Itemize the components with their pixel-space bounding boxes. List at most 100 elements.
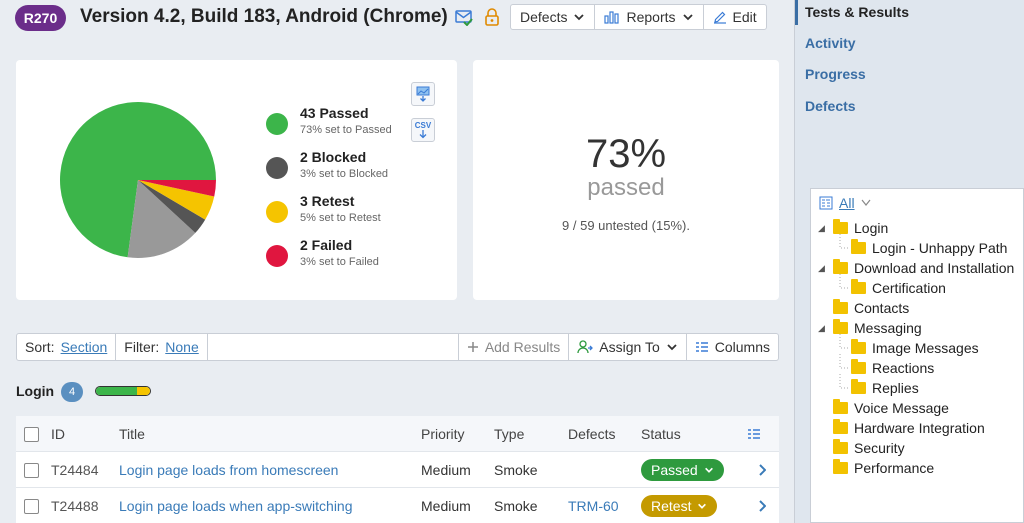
- tree-node[interactable]: Voice Message: [833, 398, 949, 418]
- header-button-group: Defects Reports Edit: [510, 4, 767, 30]
- reports-dropdown-button[interactable]: Reports: [595, 5, 704, 29]
- legend-dot: [266, 201, 288, 223]
- row-checkbox[interactable]: [24, 498, 39, 514]
- tree-node[interactable]: Login - Unhappy Path: [851, 238, 1007, 258]
- column-header-defects[interactable]: Defects: [568, 416, 615, 452]
- active-nav-indicator: [795, 0, 798, 25]
- edit-button[interactable]: Edit: [704, 5, 766, 29]
- tree-node[interactable]: Performance: [833, 458, 934, 478]
- tree-node[interactable]: Messaging: [833, 318, 922, 338]
- chevron-down-icon: [698, 503, 707, 509]
- tree-node[interactable]: Replies: [851, 378, 919, 398]
- chevron-down-icon: [682, 14, 693, 21]
- tree-expand-caret-icon[interactable]: ◢: [818, 263, 825, 274]
- folder-icon: [851, 339, 866, 354]
- folder-icon: [833, 299, 848, 314]
- mail-check-icon[interactable]: [455, 8, 473, 27]
- legend-label: 2 Blocked: [300, 149, 367, 165]
- column-header-priority[interactable]: Priority: [421, 416, 465, 452]
- legend-dot: [266, 113, 288, 135]
- status-pie-chart: [59, 101, 216, 258]
- lock-icon[interactable]: [483, 8, 501, 26]
- toolbar-spacer: [208, 334, 459, 360]
- folder-icon: [833, 399, 848, 414]
- status-summary-card: 43 Passed 73% set to Passed 2 Blocked 3%…: [16, 60, 457, 300]
- sort-label: Sort:: [25, 339, 55, 355]
- select-all-checkbox[interactable]: [24, 426, 39, 442]
- tree-node[interactable]: Image Messages: [851, 338, 979, 358]
- folder-icon: [851, 359, 866, 374]
- section-progress-bar: [95, 386, 151, 396]
- section-title[interactable]: Login: [16, 383, 54, 399]
- add-results-button[interactable]: Add Results: [459, 334, 570, 360]
- table-header-row: ID Title Priority Type Defects Status: [16, 416, 779, 452]
- nav-defects[interactable]: Defects: [805, 98, 856, 114]
- nav-progress[interactable]: Progress: [805, 66, 866, 82]
- chevron-down-icon: [704, 467, 713, 473]
- legend-dot: [266, 157, 288, 179]
- test-priority: Medium: [421, 498, 471, 514]
- filter-none-link[interactable]: None: [165, 339, 198, 355]
- legend-item-failed: 2 Failed 3% set to Failed: [266, 236, 392, 280]
- nav-activity[interactable]: Activity: [805, 35, 856, 51]
- column-header-id[interactable]: ID: [51, 416, 65, 452]
- row-checkbox[interactable]: [24, 462, 39, 478]
- column-settings-icon[interactable]: [747, 416, 761, 452]
- filter-label: Filter:: [124, 339, 160, 355]
- status-dropdown[interactable]: Retest: [641, 495, 718, 517]
- folder-icon: [851, 239, 866, 254]
- legend-label: 2 Failed: [300, 237, 353, 253]
- test-title-link[interactable]: Login page loads when app-switching: [119, 488, 353, 523]
- sort-section-link[interactable]: Section: [61, 339, 108, 355]
- legend-label: 43 Passed: [300, 105, 369, 121]
- table-row[interactable]: T24484 Login page loads from homescreen …: [16, 452, 779, 488]
- tree-node-label: Certification: [872, 280, 946, 296]
- tree-node-label: Login - Unhappy Path: [872, 240, 1008, 256]
- column-header-status[interactable]: Status: [641, 416, 681, 452]
- tree-node-label: Messaging: [854, 320, 922, 336]
- column-header-title[interactable]: Title: [119, 416, 145, 452]
- page-title: Version 4.2, Build 183, Android (Chrome): [80, 6, 448, 27]
- run-header: R270 Version 4.2, Build 183, Android (Ch…: [0, 0, 790, 38]
- sort-control: Sort: Section: [17, 334, 117, 360]
- legend-label: 3 Retest: [300, 193, 355, 209]
- reports-button-label: Reports: [626, 9, 676, 25]
- tree-node[interactable]: Reactions: [851, 358, 934, 378]
- results-toolbar: Sort: Section Filter: None Add Results A…: [16, 333, 779, 361]
- chevron-right-icon[interactable]: [758, 452, 766, 488]
- tree-node-label: Image Messages: [872, 340, 979, 356]
- tree-expand-caret-icon[interactable]: ◢: [818, 223, 825, 234]
- columns-button[interactable]: Columns: [687, 334, 778, 360]
- folder-icon: [833, 319, 848, 334]
- tests-table: ID Title Priority Type Defects Status T2…: [16, 416, 779, 523]
- table-row[interactable]: T24488 Login page loads when app-switchi…: [16, 488, 779, 523]
- tree-node[interactable]: Contacts: [833, 298, 909, 318]
- legend-sublabel: 3% set to Blocked: [300, 168, 389, 180]
- assign-to-button[interactable]: Assign To: [569, 334, 687, 360]
- columns-icon: [695, 342, 708, 352]
- status-label: Retest: [651, 498, 692, 514]
- tree-expand-caret-icon[interactable]: ◢: [818, 323, 825, 334]
- tree-node-label: Replies: [872, 380, 919, 396]
- status-dropdown[interactable]: Passed: [641, 459, 724, 481]
- tree-node[interactable]: Download and Installation: [833, 258, 1014, 278]
- test-title-link[interactable]: Login page loads from homescreen: [119, 452, 338, 488]
- column-header-type[interactable]: Type: [494, 416, 524, 452]
- legend-item-blocked: 2 Blocked 3% set to Blocked: [266, 148, 392, 192]
- tree-node[interactable]: Login: [833, 218, 888, 238]
- download-arrow-icon: [419, 130, 427, 139]
- section-tree: All Login ◢ Login - Unhappy Path Download a…: [810, 188, 1024, 523]
- defects-button-label: Defects: [520, 9, 568, 25]
- tree-node[interactable]: Security: [833, 438, 905, 458]
- export-image-button[interactable]: [411, 82, 435, 106]
- defects-dropdown-button[interactable]: Defects: [511, 5, 596, 29]
- tree-node[interactable]: Certification: [851, 278, 946, 298]
- chevron-right-icon[interactable]: [758, 488, 766, 523]
- export-csv-button[interactable]: CSV: [411, 118, 435, 142]
- edit-button-label: Edit: [732, 9, 757, 25]
- folder-icon: [833, 259, 848, 274]
- nav-tests-results[interactable]: Tests & Results: [805, 4, 909, 20]
- test-defects[interactable]: TRM-60: [568, 488, 619, 523]
- folder-icon: [833, 219, 848, 234]
- tree-node[interactable]: Hardware Integration: [833, 418, 985, 438]
